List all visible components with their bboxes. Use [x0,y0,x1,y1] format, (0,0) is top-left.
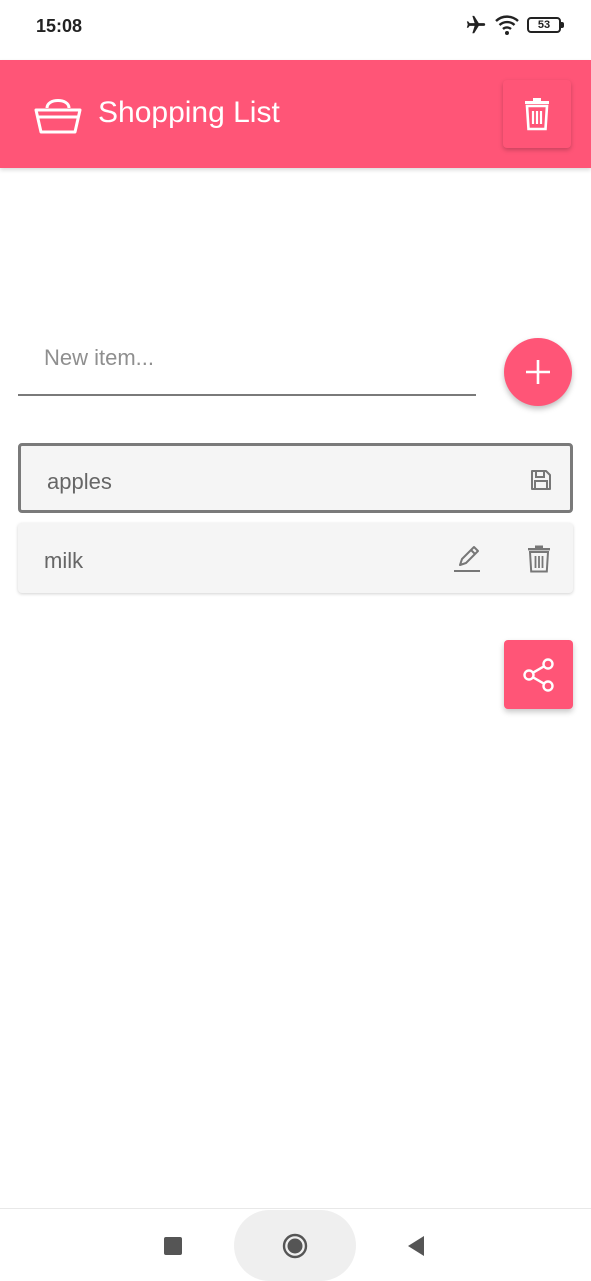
list-item-label[interactable]: apples [47,469,112,495]
recents-icon[interactable] [164,1237,182,1255]
list-item: milk [18,523,573,593]
back-icon[interactable] [406,1235,426,1257]
trash-icon [525,98,549,131]
status-icons: 53 [465,14,564,36]
status-time: 15:08 [36,16,83,36]
app-bar: Shopping List [0,60,591,168]
wifi-icon [495,15,519,35]
save-icon[interactable] [529,468,553,492]
battery-icon: 53 [527,17,564,33]
list-item-label: milk [44,548,84,573]
new-item-field [18,326,476,396]
add-item-button[interactable] [504,338,572,406]
pencil-icon[interactable] [452,544,482,574]
new-item-input[interactable] [18,326,476,390]
status-bar: 15:08 53 [0,0,591,60]
share-button[interactable] [504,640,573,709]
trash-icon[interactable] [526,545,552,573]
list-item: apples [18,443,573,513]
basket-icon [34,99,82,134]
app-title: Shopping List [98,96,280,129]
airplane-icon [466,15,486,34]
home-icon[interactable] [282,1233,308,1259]
share-icon [522,657,554,692]
system-nav-bar [0,1208,591,1281]
clear-list-button[interactable] [503,80,571,148]
plus-icon [526,360,550,384]
